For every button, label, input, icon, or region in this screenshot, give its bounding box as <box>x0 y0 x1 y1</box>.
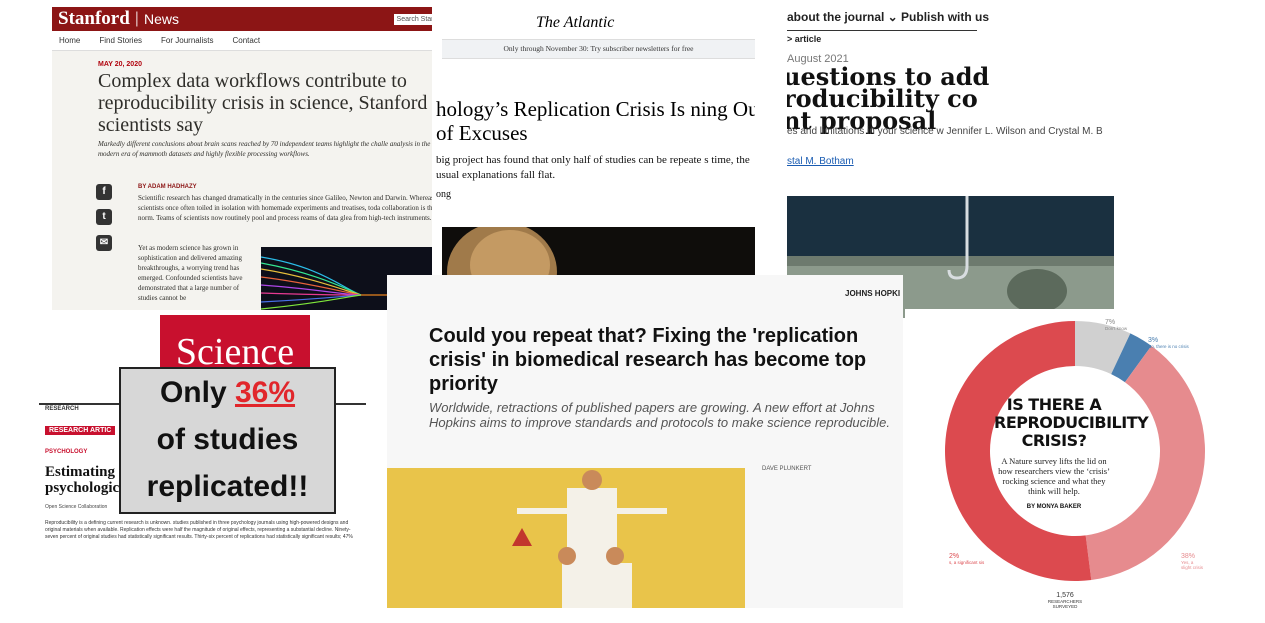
byline: BY ADAM HADHAZY <box>138 184 197 190</box>
stanford-header: Stanford | News Search Stanf <box>52 7 444 31</box>
stanford-nav: Home Find Stories For Journalists Contac… <box>52 31 444 51</box>
atlantic-logo[interactable]: The Atlantic <box>536 14 614 32</box>
donut-byline: BY MONYA BAKER <box>1026 504 1082 510</box>
body-paragraph-2: Yet as modern science has grown in sophi… <box>138 244 243 302</box>
donut-center: IS THERE A REPRODUCIBILITY CRISIS? A Nat… <box>994 395 1149 511</box>
label-no-crisis: 3% No, there is no crisis <box>1148 337 1189 349</box>
callout-percent: 36% <box>234 376 296 409</box>
donut-title: IS THERE A REPRODUCIBILITY CRISIS? <box>994 395 1149 450</box>
nav-home[interactable]: Home <box>59 36 80 45</box>
article-headline: Could you repeat that? Fixing the 'repli… <box>429 325 867 395</box>
label-significant-crisis: 2% s, a significant sis <box>949 553 984 565</box>
article-subtitle: big project has found that only half of … <box>436 154 750 181</box>
label-no-value: 3% <box>1148 337 1159 344</box>
callout-line-3: replicated!! <box>146 470 309 503</box>
label-slight-crisis: 38% Yes, a slight crisis <box>1181 553 1205 570</box>
facebook-icon[interactable]: f <box>96 184 112 200</box>
twitter-icon[interactable]: t <box>96 209 112 225</box>
total-label: RESEARCHERS SURVEYED <box>1047 599 1083 609</box>
replication-callout: Only 36% of studies replicated!! <box>119 367 336 514</box>
label-no-note: No, there is no crisis <box>1148 344 1189 349</box>
article-headline: Complex data workflows contribute to rep… <box>98 70 428 136</box>
nature-survey-donut: IS THERE A REPRODUCIBILITY CRISIS? A Nat… <box>905 309 1205 609</box>
article-dek: Markedly different conclusions about bra… <box>98 140 431 158</box>
hopkins-article-clip: JOHNS HOPKI Could you repeat that? Fixin… <box>387 275 903 608</box>
label-slight-value: 38% <box>1181 553 1196 560</box>
breadcrumb[interactable]: > article <box>787 34 821 44</box>
article-author[interactable]: ong <box>436 189 451 200</box>
email-icon[interactable]: ✉ <box>96 235 112 251</box>
collage: Stanford | News Search Stanf Home Find S… <box>0 0 1265 623</box>
label-slight-note: Yes, a slight crisis <box>1181 560 1204 570</box>
total-value: 1,576 <box>1056 592 1074 599</box>
image-credit: DAVE PLUNKERT <box>762 466 812 472</box>
label-dont-know: 7% Don't know <box>1105 319 1127 331</box>
science-logo[interactable]: Science <box>160 315 310 375</box>
nav-contact[interactable]: Contact <box>233 36 261 45</box>
category-label: PSYCHOLOGY <box>45 449 88 455</box>
stanford-news-clip: Stanford | News Search Stanf Home Find S… <box>52 7 444 310</box>
article-subtitle: es and limitations in your science w Jen… <box>787 126 1103 137</box>
logo-separator: | <box>134 10 139 27</box>
stanford-logo[interactable]: Stanford <box>58 8 130 30</box>
journal-topnav[interactable]: about the journal ⌄ Publish with us <box>787 10 989 24</box>
article-body: Reproducibility is a defining current re… <box>45 520 353 540</box>
nav-underline <box>787 30 977 31</box>
hopkins-logo[interactable]: JOHNS HOPKI <box>845 289 900 298</box>
section-kicker: RESEARCH <box>45 406 79 412</box>
article-dek: Worldwide, retractions of published pape… <box>429 400 891 430</box>
label-sig-value: 2% <box>949 553 960 560</box>
donut-body: A Nature survey lifts the lid on how res… <box>998 456 1110 496</box>
article-title: uestions to add roducibility co nt propo… <box>787 65 1114 133</box>
research-article-bar: RESEARCH ARTIC <box>45 426 116 435</box>
label-dk-note: Don't know <box>1105 326 1128 331</box>
nav-for-journalists[interactable]: For Journalists <box>161 36 213 45</box>
scientists-illustration <box>387 468 745 608</box>
article-author: Open Science Collaboration <box>45 504 108 510</box>
article-date: MAY 20, 2020 <box>98 61 142 68</box>
label-dk-value: 7% <box>1105 319 1116 326</box>
callout-line-1: Only 36% <box>121 369 334 416</box>
promo-banner[interactable]: Only through November 30: Try subscriber… <box>442 39 755 59</box>
total-respondents: 1,576 RESEARCHERS SURVEYED <box>1035 592 1095 609</box>
journal-article-clip: about the journal ⌄ Publish with us > ar… <box>787 8 1114 318</box>
author-link[interactable]: stal M. Botham <box>787 156 854 167</box>
nav-find-stories[interactable]: Find Stories <box>99 36 142 45</box>
article-title: hology’s Replication Crisis Is ning Out … <box>436 97 755 145</box>
callout-line-2: of studies <box>156 423 299 456</box>
label-sig-note: s, a significant sis <box>949 560 985 565</box>
callout-only: Only <box>159 376 227 409</box>
news-label: News <box>143 11 179 27</box>
body-paragraph-1: Scientific research has changed dramatic… <box>138 194 436 222</box>
atlantic-clip: The Atlantic Only through November 30: T… <box>432 0 755 320</box>
